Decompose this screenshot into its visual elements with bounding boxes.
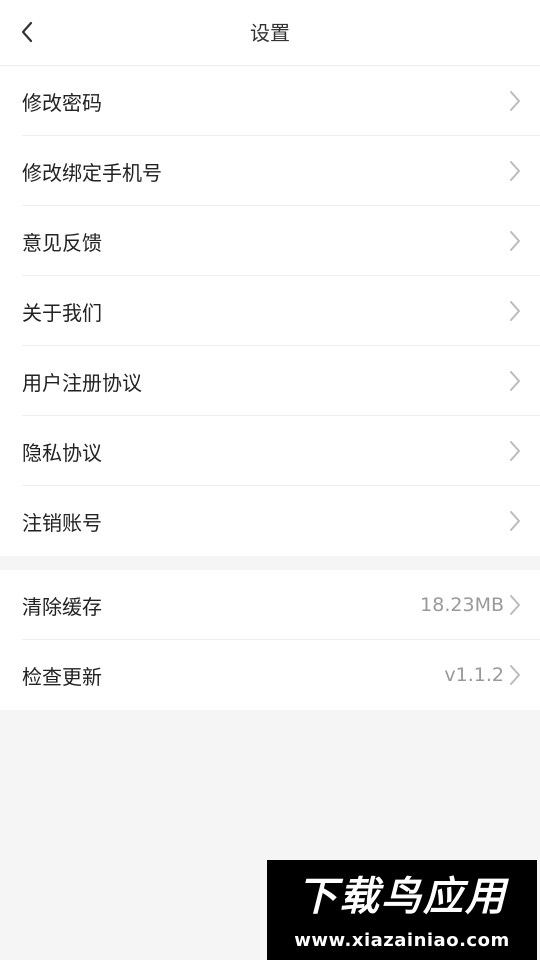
watermark-logo: 下载鸟应用 www.xiazainiao.com [267, 860, 537, 960]
settings-item-clear-cache[interactable]: 清除缓存 18.23MB [0, 570, 540, 640]
settings-item-label: 用户注册协议 [22, 370, 142, 395]
settings-item-feedback[interactable]: 意见反馈 [0, 206, 540, 276]
chevron-right-icon [508, 369, 522, 393]
settings-item-user-agreement[interactable]: 用户注册协议 [0, 346, 540, 416]
settings-item-check-update[interactable]: 检查更新 v1.1.2 [0, 640, 540, 710]
page-title: 设置 [250, 21, 290, 45]
chevron-right-icon [508, 663, 522, 687]
watermark-url: www.xiazainiao.com [294, 930, 510, 951]
chevron-right-icon [508, 299, 522, 323]
settings-group-account: 修改密码 修改绑定手机号 意见反馈 关于我们 用户注册协议 隐私协议 注销账号 [0, 66, 540, 556]
cache-size-value: 18.23MB [420, 594, 504, 616]
settings-item-label: 意见反馈 [22, 230, 102, 255]
settings-group-system: 清除缓存 18.23MB 检查更新 v1.1.2 [0, 570, 540, 710]
chevron-right-icon [508, 593, 522, 617]
settings-item-privacy-policy[interactable]: 隐私协议 [0, 416, 540, 486]
settings-item-change-password[interactable]: 修改密码 [0, 66, 540, 136]
chevron-right-icon [508, 89, 522, 113]
settings-item-label: 注销账号 [22, 510, 102, 535]
settings-item-change-phone[interactable]: 修改绑定手机号 [0, 136, 540, 206]
chevron-right-icon [508, 509, 522, 533]
version-value: v1.1.2 [444, 664, 504, 686]
settings-item-label: 隐私协议 [22, 440, 102, 465]
watermark-title: 下载鸟应用 [297, 874, 507, 920]
chevron-right-icon [508, 229, 522, 253]
settings-item-about-us[interactable]: 关于我们 [0, 276, 540, 346]
settings-item-label: 修改绑定手机号 [22, 160, 162, 185]
chevron-right-icon [508, 159, 522, 183]
settings-item-label: 检查更新 [22, 664, 102, 689]
settings-item-label: 修改密码 [22, 90, 102, 115]
settings-item-label: 清除缓存 [22, 594, 102, 619]
settings-item-delete-account[interactable]: 注销账号 [0, 486, 540, 556]
header: 设置 [0, 0, 540, 66]
settings-item-label: 关于我们 [22, 300, 102, 325]
chevron-right-icon [508, 439, 522, 463]
